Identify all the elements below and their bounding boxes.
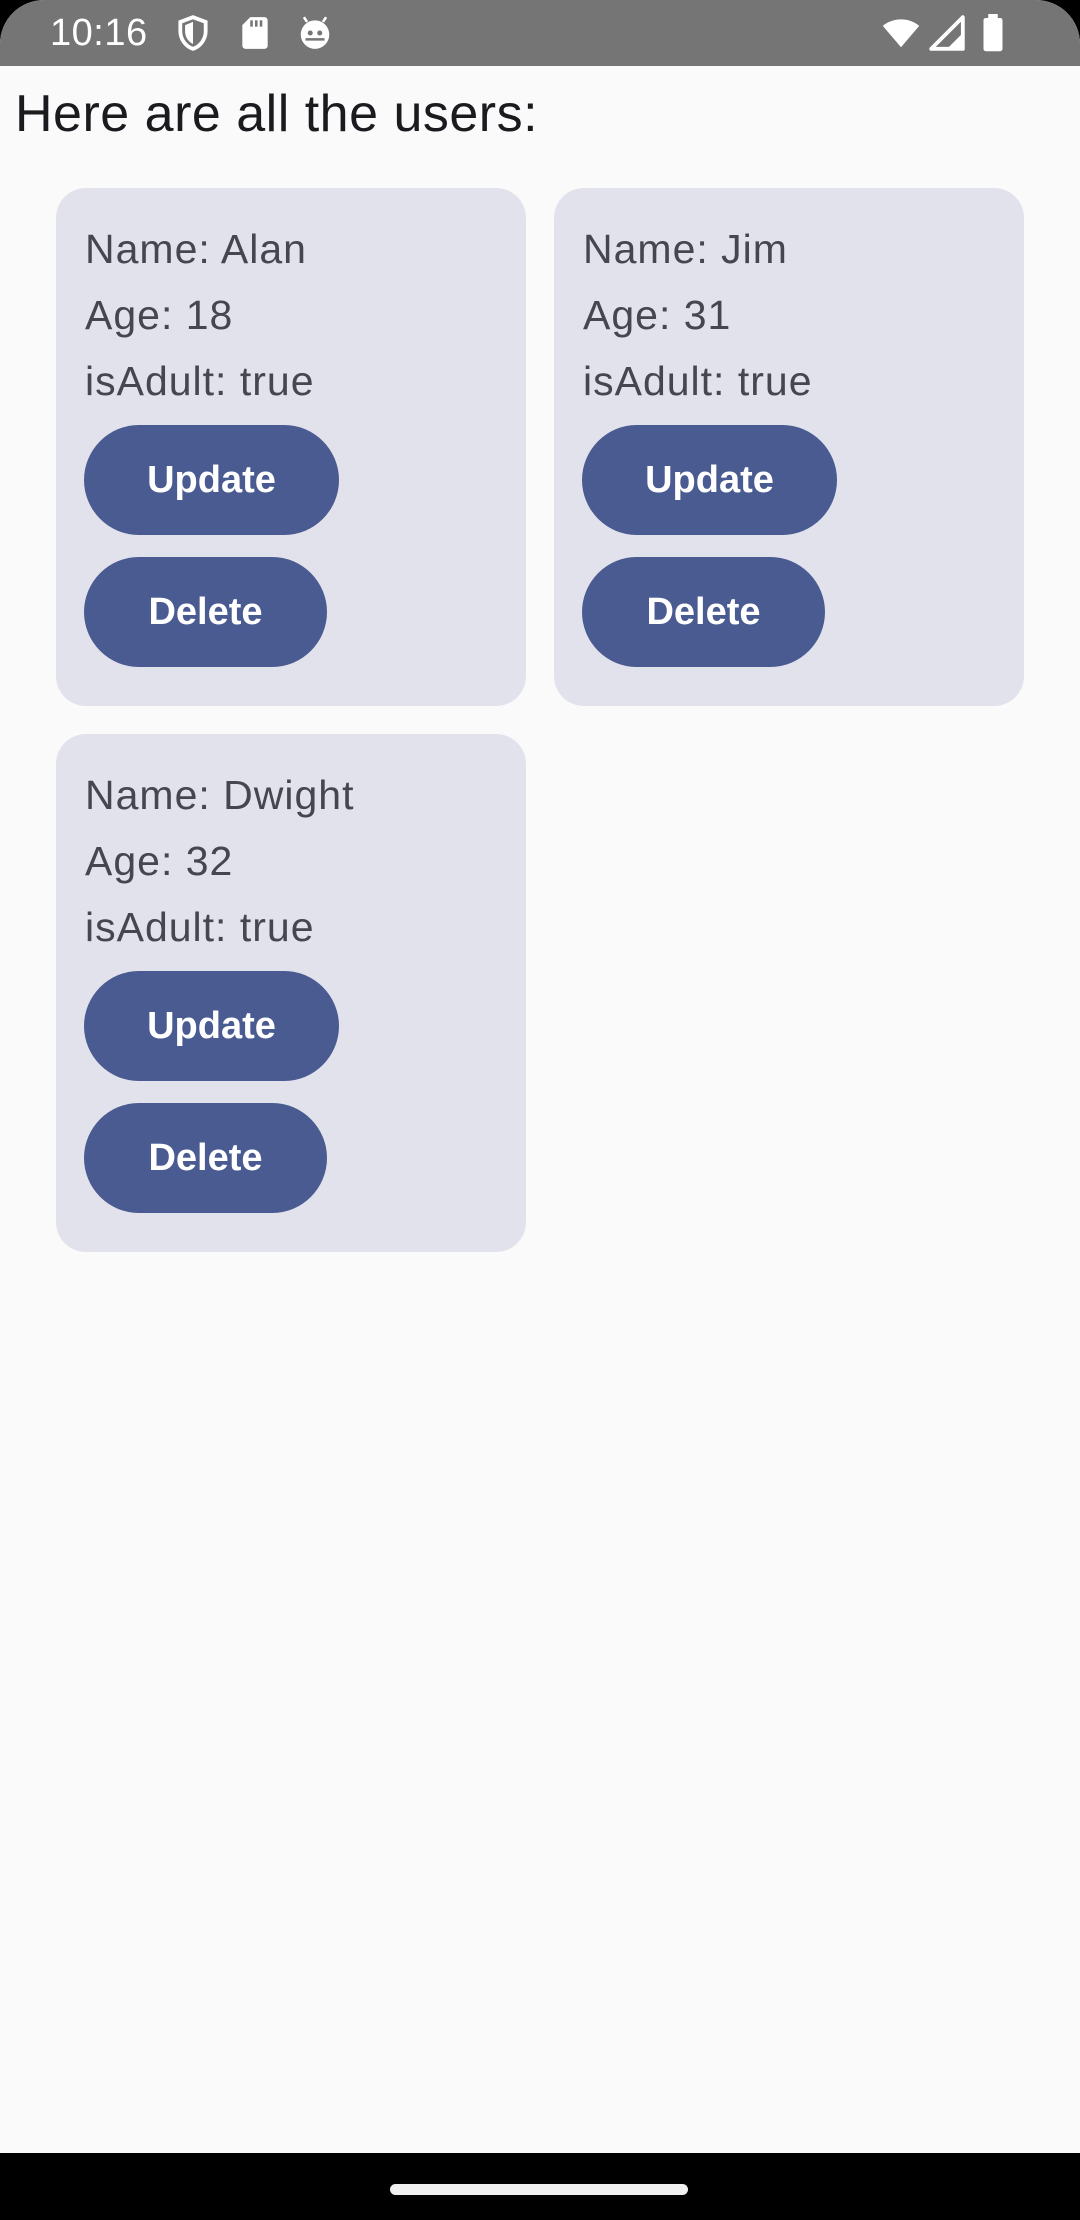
home-handle[interactable]	[390, 2184, 688, 2195]
status-bar: 10:16	[0, 0, 1080, 66]
user-age: Age: 18	[85, 292, 234, 338]
user-is-adult: isAdult: true	[85, 904, 315, 950]
user-name: Name: Jim	[583, 226, 788, 272]
status-time: 10:16	[50, 12, 148, 54]
user-age: Age: 32	[85, 838, 234, 884]
user-name: Name: Dwight	[85, 772, 355, 818]
delete-button[interactable]: Delete	[84, 557, 327, 667]
user-card: Name: Dwight Age: 32 isAdult: true Updat…	[56, 734, 526, 1252]
user-is-adult: isAdult: true	[583, 358, 813, 404]
page-title: Here are all the users:	[15, 85, 539, 143]
user-card: Name: Jim Age: 31 isAdult: true Update D…	[554, 188, 1024, 706]
user-age: Age: 31	[583, 292, 732, 338]
user-name: Name: Alan	[85, 226, 307, 272]
app-screen: 10:16 Here are all the users: Name: Alan…	[0, 0, 1080, 2220]
update-button[interactable]: Update	[582, 425, 837, 535]
update-button[interactable]: Update	[84, 425, 339, 535]
user-card: Name: Alan Age: 18 isAdult: true Update …	[56, 188, 526, 706]
navigation-bar	[0, 2153, 1080, 2220]
delete-button[interactable]: Delete	[84, 1103, 327, 1213]
battery-icon	[980, 14, 1006, 52]
shield-icon	[174, 14, 212, 52]
wifi-icon	[880, 14, 922, 52]
delete-button[interactable]: Delete	[582, 557, 825, 667]
user-is-adult: isAdult: true	[85, 358, 315, 404]
sd-card-icon	[236, 14, 274, 52]
update-button[interactable]: Update	[84, 971, 339, 1081]
cell-signal-icon	[928, 14, 966, 52]
android-debug-icon	[296, 14, 334, 52]
